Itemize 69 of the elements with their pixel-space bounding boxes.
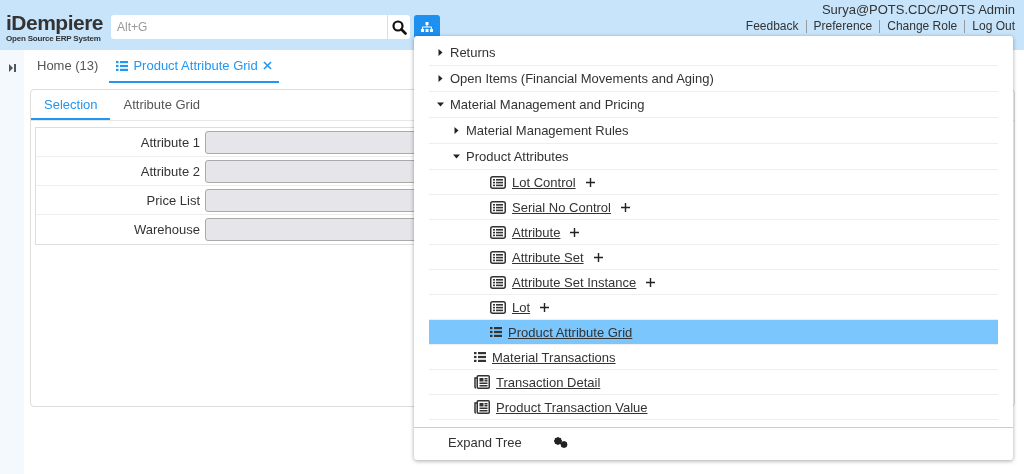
- folder-label: Open Items (Financial Movements and Aging): [450, 71, 714, 86]
- menu-tree-item[interactable]: Attribute: [429, 220, 998, 245]
- window-icon: [490, 225, 506, 239]
- menu-link[interactable]: Serial No Control: [512, 199, 611, 215]
- folder-label: Returns: [450, 45, 496, 60]
- window-icon: [490, 275, 506, 289]
- header-link[interactable]: Feedback: [745, 19, 799, 34]
- list-icon: [474, 352, 486, 362]
- menu-tree-button[interactable]: [414, 15, 440, 39]
- expand-icon[interactable]: [8, 64, 16, 72]
- folder-label: Product Attributes: [466, 149, 569, 164]
- report-icon: [474, 400, 490, 414]
- menu-tree-item[interactable]: Material Management and Pricing: [429, 92, 998, 118]
- menu-link[interactable]: Lot: [512, 299, 531, 315]
- menu-tree-item[interactable]: Lot Control: [429, 170, 998, 195]
- window-tab[interactable]: Home (13): [30, 50, 106, 83]
- header-link[interactable]: Preference: [813, 19, 873, 34]
- menu-link[interactable]: Attribute: [512, 224, 561, 240]
- menu-link[interactable]: Product Attribute Grid: [508, 324, 633, 340]
- menu-link[interactable]: Product Transaction Value: [496, 399, 648, 415]
- menu-tree-item[interactable]: Attribute Set Instance: [429, 270, 998, 295]
- menu-tree-item[interactable]: Product Transaction Value: [429, 395, 998, 420]
- menu-tree-item[interactable]: Material Management Rules: [429, 118, 998, 144]
- close-icon[interactable]: [262, 61, 272, 70]
- field-label: Warehouse: [133, 222, 201, 237]
- plus-icon[interactable]: [585, 177, 595, 187]
- field-label: Attribute 2: [139, 163, 201, 179]
- logo: iDempiere Open Source ERP System: [6, 12, 105, 43]
- field-label: Price List: [145, 192, 201, 208]
- menu-link[interactable]: Material Transactions: [492, 349, 616, 365]
- caret-down-icon: [437, 101, 444, 108]
- search-icon: [391, 19, 407, 35]
- user-name: Surya@POTS.CDC/POTS Admin: [821, 2, 1015, 18]
- caret-right-icon: [453, 127, 460, 134]
- sitemap-icon: [421, 22, 433, 32]
- menu-link[interactable]: Transaction Detail: [496, 374, 601, 390]
- menu-link[interactable]: Lot Control: [512, 174, 576, 190]
- list-icon: [490, 327, 502, 337]
- search-field[interactable]: Alt+G: [111, 15, 387, 39]
- report-icon: [474, 375, 490, 389]
- field-label: Attribute 1: [139, 134, 201, 150]
- plus-icon[interactable]: [593, 252, 603, 262]
- caret-right-icon: [437, 75, 444, 82]
- menu-tree-item[interactable]: Product Attribute Grid: [429, 320, 998, 345]
- menu-tree-item[interactable]: Transaction Detail: [429, 370, 998, 395]
- header-link[interactable]: Log Out: [972, 19, 1015, 34]
- menu-tree-item[interactable]: Material Transactions: [429, 345, 998, 370]
- menu-tree-item[interactable]: Product Attributes: [429, 144, 998, 170]
- plus-icon[interactable]: [540, 302, 550, 312]
- menu-tree-item[interactable]: Attribute Set: [429, 245, 998, 270]
- expand-tree-label[interactable]: Expand Tree: [448, 434, 522, 450]
- menu-link[interactable]: Attribute Set: [512, 249, 584, 265]
- plus-icon[interactable]: [570, 227, 580, 237]
- window-icon: [490, 300, 506, 314]
- search-button[interactable]: [387, 15, 410, 39]
- window-icon: [490, 200, 506, 214]
- folder-label: Material Management Rules: [466, 123, 629, 138]
- menu-tree-item[interactable]: Returns: [429, 40, 998, 66]
- window-icon: [490, 175, 506, 189]
- menu-link[interactable]: Attribute Set Instance: [512, 274, 637, 290]
- menu-tree-item[interactable]: Serial No Control: [429, 195, 998, 220]
- list-icon: [116, 60, 129, 71]
- form-tab[interactable]: Attribute Grid: [110, 90, 214, 120]
- folder-label: Material Management and Pricing: [450, 97, 645, 112]
- menu-tree-item[interactable]: Open Items (Financial Movements and Aging): [429, 66, 998, 92]
- plus-icon[interactable]: [646, 277, 656, 287]
- plus-icon[interactable]: [621, 202, 630, 212]
- header-link[interactable]: Change Role: [887, 19, 958, 34]
- window-icon: [490, 250, 506, 264]
